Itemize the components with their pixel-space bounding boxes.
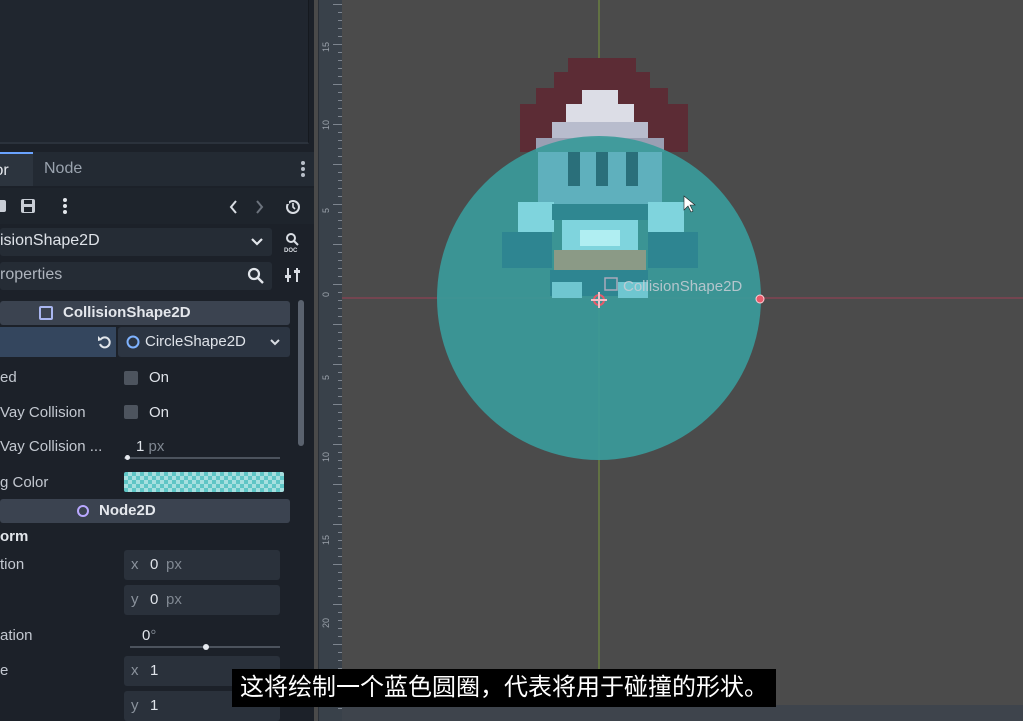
filter-properties-input[interactable]: roperties (0, 262, 272, 290)
vertical-ruler: 151050510152025 (318, 0, 343, 721)
axis-y-label: y (131, 697, 139, 714)
circle-icon (126, 335, 140, 349)
position-x-unit: px (166, 556, 182, 573)
rotation-unit: ° (150, 627, 157, 644)
inspector-panel: tor Node isionShape2D DOC roperties Coll… (0, 0, 314, 721)
ruler-number: 15 (321, 534, 331, 545)
inspector-toolbar (0, 188, 314, 224)
chevron-down-icon[interactable] (269, 338, 281, 348)
axis-x-label: x (131, 662, 139, 679)
position-y-field[interactable]: y 0 px (124, 585, 280, 615)
open-icon[interactable] (0, 198, 8, 214)
video-subtitle: 这将绘制一个蓝色圆圈，代表将用于碰撞的形状。 (232, 669, 776, 707)
ruler-number: 0 (321, 291, 331, 297)
prop-one-way-margin-label: Vay Collision ... (0, 438, 103, 455)
back-icon[interactable] (228, 199, 238, 215)
ruler-number: 5 (321, 207, 331, 213)
one-way-value: On (149, 404, 170, 421)
ruler-number: 10 (321, 451, 331, 462)
rotation-value[interactable]: 0° (142, 627, 156, 644)
circle-icon (77, 505, 89, 517)
kebab-icon[interactable] (60, 196, 70, 216)
prop-debug-color-label: g Color (0, 474, 49, 491)
revert-icon[interactable] (97, 334, 113, 350)
shape-value: CircleShape2D (145, 333, 246, 350)
dock-menu-icon[interactable] (298, 160, 308, 178)
ruler-number: 15 (321, 41, 331, 52)
position-y-unit: px (166, 591, 182, 608)
section-title: Node2D (99, 502, 156, 519)
prop-scale-label: e (0, 662, 9, 679)
dock-tab-bar: tor Node (0, 152, 314, 186)
section-title: CollisionShape2D (63, 304, 191, 321)
search-icon (247, 267, 264, 284)
object-selector[interactable]: isionShape2D (0, 228, 272, 256)
filter-placeholder: roperties (0, 266, 63, 283)
axis-x-label: x (131, 556, 139, 573)
position-y-value: 0 (150, 591, 159, 608)
disabled-checkbox[interactable] (124, 371, 138, 385)
ruler-number: 20 (321, 617, 331, 628)
node-label: CollisionShape2D (623, 278, 743, 295)
one-way-margin-grabber[interactable] (125, 455, 130, 460)
subsection-transform[interactable]: orm (0, 528, 28, 545)
shape-resource-picker[interactable]: CircleShape2D (118, 327, 290, 357)
debug-color-swatch[interactable] (124, 472, 284, 492)
forward-icon[interactable] (255, 199, 265, 215)
history-icon[interactable] (284, 198, 302, 216)
one-way-margin-number: 1 (136, 438, 145, 455)
chevron-down-icon[interactable] (250, 236, 264, 248)
ruler-number: 10 (321, 119, 331, 130)
prop-disabled-label: ed (0, 369, 17, 386)
position-x-field[interactable]: x 0 px (124, 550, 280, 580)
one-way-margin-unit: px (148, 438, 165, 455)
scale-x-value: 1 (150, 662, 159, 679)
one-way-margin-slider[interactable] (124, 457, 280, 459)
tab-node[interactable]: Node (44, 152, 82, 186)
disabled-value: On (149, 369, 170, 386)
section-node2d[interactable]: Node2D (0, 499, 290, 523)
prop-one-way-label: Vay Collision (0, 404, 86, 421)
inspector-scrollbar[interactable] (298, 300, 304, 446)
scale-y-value: 1 (150, 697, 159, 714)
one-way-checkbox[interactable] (124, 405, 138, 419)
object-name: isionShape2D (0, 232, 100, 249)
scene-tree-area[interactable] (0, 0, 309, 144)
ruler-number: 5 (321, 374, 331, 380)
tab-inspector[interactable]: tor (0, 152, 33, 186)
section-collisionshape2d[interactable]: CollisionShape2D (0, 301, 290, 325)
canvas-viewport[interactable]: CollisionShape2D (342, 0, 1023, 705)
svg-text:DOC: DOC (284, 248, 298, 253)
one-way-margin-value[interactable]: 1 px (136, 438, 164, 455)
prop-position-label: tion (0, 556, 25, 573)
filter-settings-icon[interactable] (284, 266, 302, 284)
rotation-grabber[interactable] (203, 644, 209, 650)
viewport-canvas (342, 0, 1023, 705)
doc-icon[interactable]: DOC (283, 231, 303, 254)
save-icon[interactable] (20, 198, 36, 214)
square-icon (39, 306, 53, 320)
position-x-value: 0 (150, 556, 159, 573)
axis-y-label: y (131, 591, 139, 608)
radius-handle (755, 294, 765, 304)
prop-rotation-label: ation (0, 627, 33, 644)
horizontal-scrollbar[interactable] (342, 705, 1023, 721)
